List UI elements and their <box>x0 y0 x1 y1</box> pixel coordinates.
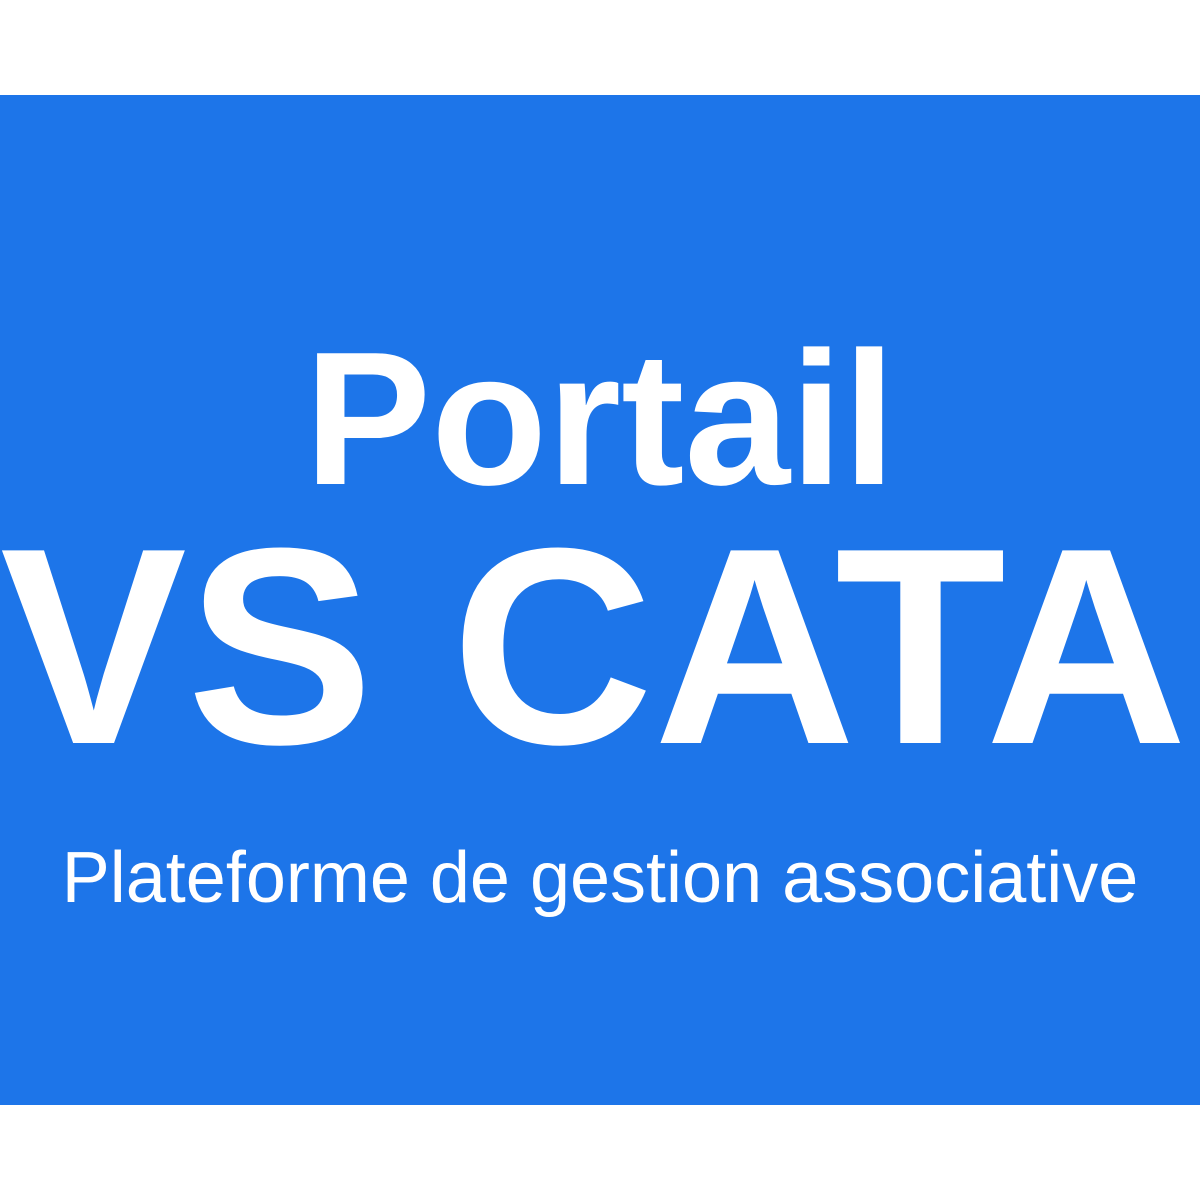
page: Portail VS CATAL Plateforme de gestion a… <box>0 0 1200 1200</box>
subtitle: Plateforme de gestion associative <box>61 838 1139 918</box>
portal-heading: Portail <box>304 313 896 525</box>
blue-banner: Portail VS CATAL Plateforme de gestion a… <box>0 95 1200 1105</box>
main-title: VS CATAL <box>0 491 1200 803</box>
